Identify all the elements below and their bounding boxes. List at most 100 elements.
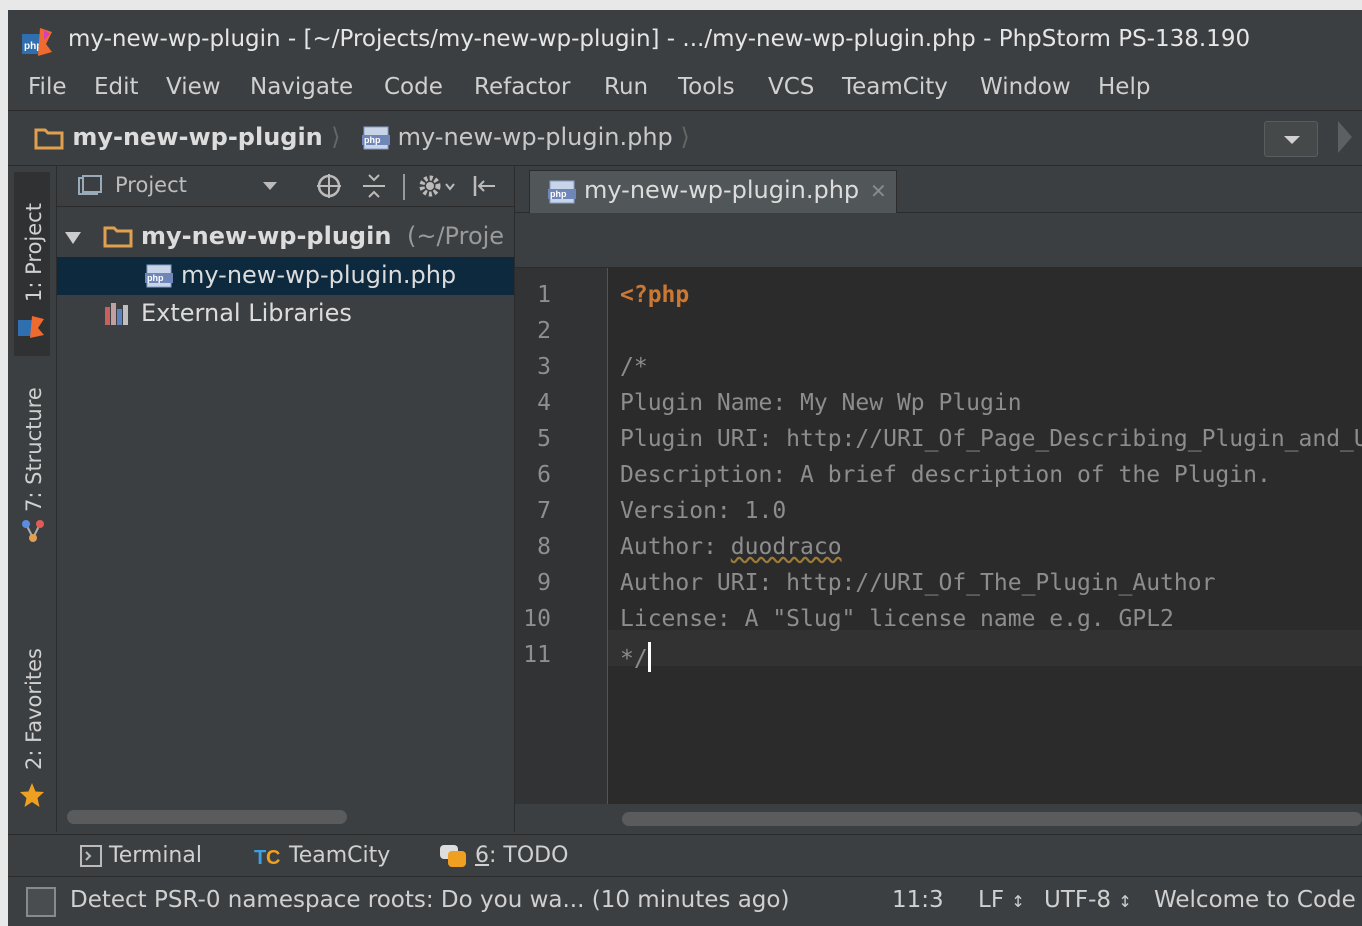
menu-file[interactable]: File [28, 74, 67, 100]
php-file-icon: php [548, 180, 576, 204]
header-divider [403, 174, 405, 200]
tool-tab-teamcity[interactable]: TC TeamCity [254, 843, 390, 868]
updown-icon: ↕ [1011, 892, 1025, 911]
gear-icon[interactable] [417, 172, 457, 200]
library-icon [105, 303, 128, 325]
stripe-tab-structure[interactable]: 7: Structure [14, 366, 50, 556]
menu-navigate[interactable]: Navigate [250, 74, 353, 100]
nav-crumb-project[interactable]: my-new-wp-plugin ⟩ [34, 123, 341, 151]
tool-tab-teamcity-label: TeamCity [289, 843, 391, 868]
updown-icon: ↕ [1118, 892, 1132, 911]
tree-item-external-libraries[interactable]: External Libraries [57, 295, 514, 333]
menu-edit[interactable]: Edit [94, 74, 139, 100]
editor-tab-plugin-file[interactable]: php my-new-wp-plugin.php ✕ [529, 170, 897, 213]
project-view-icon [78, 175, 102, 195]
code-line-7: Version: 1.0 [620, 498, 787, 524]
close-tab-icon[interactable]: ✕ [870, 179, 887, 203]
project-tool-window: Project my-new-wp-plugin (~/Proje php my… [57, 166, 515, 832]
toggle-tool-windows-icon[interactable] [26, 887, 56, 917]
navigation-bar: my-new-wp-plugin ⟩ php my-new-wp-plugin.… [8, 110, 1362, 166]
menu-tools[interactable]: Tools [678, 74, 735, 100]
menu-view[interactable]: View [166, 74, 221, 100]
left-tool-stripe: 1: Project 7: Structure 2: Favorites [8, 166, 57, 832]
window-title: my-new-wp-plugin - [~/Projects/my-new-wp… [68, 26, 1251, 52]
code-line-3: /* [620, 354, 648, 380]
line-number: 1 [537, 282, 551, 308]
encoding-label: UTF-8 [1044, 887, 1112, 913]
line-number: 4 [537, 390, 551, 416]
line-number: 8 [537, 534, 551, 560]
code-line-5: Plugin URI: http://URI_Of_Page_Describin… [620, 426, 1362, 452]
encoding-select[interactable]: UTF-8 ↕ [1044, 887, 1132, 913]
code-line-11-text: */ [620, 646, 648, 672]
editor-breadcrumb-bar [515, 213, 1362, 268]
tree-item-project-root[interactable]: my-new-wp-plugin (~/Proje [57, 218, 514, 256]
tool-tab-todo[interactable]: 6: TODO [438, 843, 568, 869]
hide-panel-icon[interactable] [471, 172, 499, 200]
code-line-10: License: A "Slug" license name e.g. GPL2 [620, 606, 1174, 632]
line-number: 2 [537, 318, 551, 344]
tool-tab-terminal[interactable]: Terminal [80, 843, 202, 868]
stripe-tab-favorites[interactable]: 2: Favorites [14, 636, 50, 816]
tree-external-label: External Libraries [141, 299, 352, 327]
code-line-8: Author: duodraco [620, 534, 842, 560]
run-icon[interactable] [1338, 121, 1352, 153]
code-line-8-author: duodraco [730, 534, 842, 560]
project-view-select[interactable]: Project [115, 173, 187, 197]
title-bar: php my-new-wp-plugin - [~/Projects/my-ne… [8, 10, 1362, 60]
editor-tab-bar: php my-new-wp-plugin.php ✕ [515, 166, 1362, 213]
collapse-all-icon[interactable] [361, 172, 387, 200]
editor-horizontal-scrollbar[interactable] [622, 812, 1362, 826]
php-file-icon: php [145, 264, 173, 288]
menu-teamcity[interactable]: TeamCity [842, 74, 948, 100]
menu-window[interactable]: Window [980, 74, 1071, 100]
stripe-tab-structure-label: 7: Structure [22, 387, 46, 512]
caret-position[interactable]: 11:3 [892, 887, 944, 913]
menu-refactor[interactable]: Refactor [474, 74, 570, 100]
star-icon [20, 783, 44, 807]
bottom-tool-stripe: Terminal TC TeamCity 6: TODO [8, 834, 1362, 877]
tool-tab-todo-label: : TODO [489, 843, 569, 868]
stripe-tab-project-label: 1: Project [22, 203, 46, 302]
code-line-8-prefix: Author: [620, 534, 731, 560]
project-horizontal-scrollbar[interactable] [67, 810, 347, 824]
editor-tab-label: my-new-wp-plugin.php [584, 176, 860, 204]
line-number: 5 [537, 426, 551, 452]
todo-icon [440, 845, 466, 867]
tree-root-label: my-new-wp-plugin [141, 222, 392, 250]
menu-vcs[interactable]: VCS [768, 74, 814, 100]
view-dropdown-arrow-icon[interactable] [263, 182, 277, 190]
nav-crumb-project-label: my-new-wp-plugin [72, 123, 323, 151]
menu-run[interactable]: Run [604, 74, 648, 100]
line-number: 9 [537, 570, 551, 596]
stripe-tab-project[interactable]: 1: Project [14, 172, 50, 356]
svg-text:php: php [364, 135, 381, 145]
code-editor[interactable]: <?php /* Plugin Name: My New Wp Plugin P… [608, 268, 1362, 804]
line-separator-label: LF [978, 887, 1005, 913]
code-line-4: Plugin Name: My New Wp Plugin [620, 390, 1022, 416]
tree-item-plugin-file[interactable]: php my-new-wp-plugin.php [57, 257, 514, 295]
menu-bar: File Edit View Navigate Code Refactor Ru… [8, 68, 1362, 108]
line-number: 11 [523, 642, 551, 668]
nav-crumb-file-label: my-new-wp-plugin.php [397, 123, 673, 151]
expand-arrow-icon[interactable] [65, 232, 81, 244]
locate-icon[interactable] [315, 172, 343, 200]
current-line-highlight [608, 630, 1362, 666]
menu-help[interactable]: Help [1098, 74, 1150, 100]
line-separator-select[interactable]: LF ↕ [978, 887, 1025, 913]
line-number: 10 [523, 606, 551, 632]
status-message[interactable]: Detect PSR-0 namespace roots: Do you wa.… [70, 887, 789, 913]
code-line-11: */ [620, 642, 651, 672]
svg-text:php: php [550, 189, 567, 199]
run-config-dropdown[interactable] [1264, 121, 1318, 157]
stripe-tab-favorites-label: 2: Favorites [22, 648, 46, 770]
line-number: 6 [537, 462, 551, 488]
line-number: 7 [537, 498, 551, 524]
project-panel-header: Project [57, 166, 514, 207]
folder-icon [34, 128, 64, 150]
menu-code[interactable]: Code [384, 74, 443, 100]
svg-text:php: php [147, 273, 164, 283]
nav-crumb-file[interactable]: php my-new-wp-plugin.php ⟩ [362, 123, 690, 151]
welcome-message: Welcome to Code [1154, 887, 1356, 913]
editor-scroll-track [608, 806, 1362, 832]
